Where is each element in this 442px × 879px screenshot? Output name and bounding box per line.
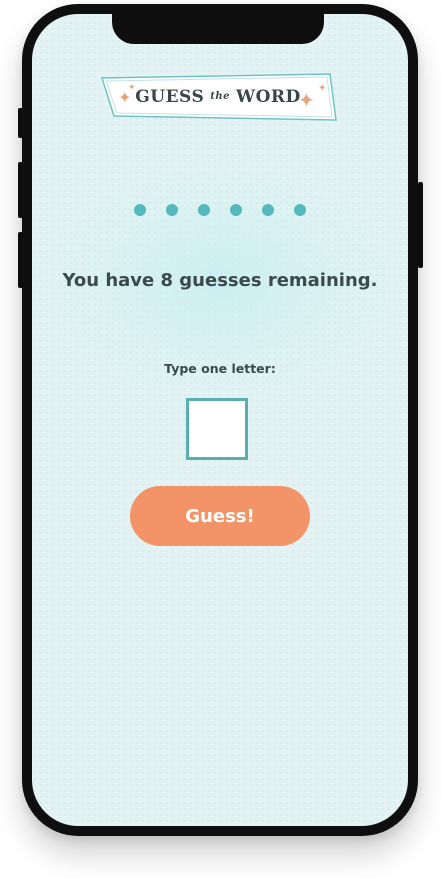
letter-slot-dot — [166, 204, 178, 216]
phone-notch — [112, 14, 324, 44]
letter-slot-dot — [230, 204, 242, 216]
letter-slot-dot — [198, 204, 210, 216]
guesses-remaining-text: You have 8 guesses remaining. — [62, 270, 378, 291]
logo-title: Guess the Word — [98, 72, 338, 122]
letter-slot-dot — [294, 204, 306, 216]
game-logo: ✦ ✦ ✦ ✦ Guess the Word — [98, 72, 338, 122]
page: ✦ ✦ ✦ ✦ Guess the Word You have 8 guesse… — [0, 0, 442, 879]
logo-word-word: Word — [235, 87, 301, 107]
hidden-word-dots — [32, 204, 408, 216]
logo-word-the: the — [210, 90, 230, 102]
guess-button[interactable]: Guess! — [130, 486, 310, 546]
phone-screen: ✦ ✦ ✦ ✦ Guess the Word You have 8 guesse… — [32, 14, 408, 826]
letter-slot-dot — [134, 204, 146, 216]
logo-word-guess: Guess — [135, 87, 205, 107]
phone-power-button — [418, 182, 423, 268]
letter-input-label: Type one letter: — [164, 361, 276, 376]
phone-frame: ✦ ✦ ✦ ✦ Guess the Word You have 8 guesse… — [22, 4, 418, 836]
letter-input[interactable] — [186, 398, 248, 460]
letter-slot-dot — [262, 204, 274, 216]
